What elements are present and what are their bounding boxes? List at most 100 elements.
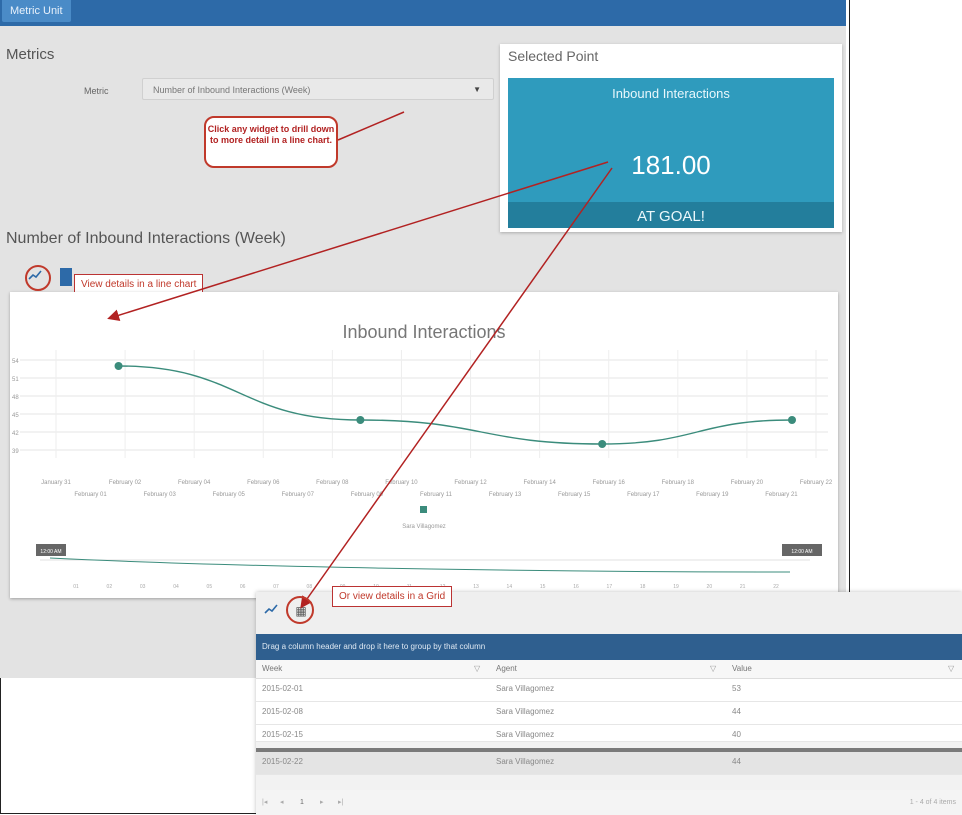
- metric-select-value: Number of Inbound Interactions (Week): [153, 85, 311, 95]
- kpi-status: AT GOAL!: [508, 202, 834, 228]
- x-tick-label: February 18: [662, 480, 695, 486]
- navigator-tick: 17: [607, 584, 613, 590]
- y-tick-label: 54: [12, 359, 19, 365]
- kpi-title: Inbound Interactions: [612, 86, 730, 101]
- column-header-value[interactable]: Value: [732, 660, 752, 678]
- navigator-tick: 01: [73, 584, 79, 590]
- grid-callout: Or view details in a Grid: [332, 586, 453, 607]
- x-tick-label: February 09: [351, 492, 384, 498]
- grid-icon[interactable]: [60, 268, 72, 286]
- data-point: [356, 416, 365, 424]
- pager-page-1[interactable]: 1: [300, 790, 304, 815]
- x-tick-label: February 11: [420, 492, 453, 498]
- data-point: [788, 416, 796, 424]
- x-tick-label: February 15: [558, 492, 591, 498]
- pager-last-icon[interactable]: ▸|: [338, 790, 343, 815]
- line-chart-icon[interactable]: [262, 602, 280, 620]
- selected-point-header: Selected Point: [508, 48, 599, 64]
- cell-value: 44: [732, 707, 741, 716]
- cell-week: 2015-02-08: [262, 707, 303, 716]
- y-tick-label: 45: [12, 413, 19, 419]
- pager-summary: 1 - 4 of 4 items: [909, 799, 956, 806]
- x-tick-label: February 22: [800, 480, 833, 486]
- filter-icon[interactable]: ▽: [948, 660, 954, 678]
- x-tick-label: February 06: [247, 480, 280, 486]
- navigator-tick: 13: [473, 584, 479, 590]
- tab-metric-unit[interactable]: Metric Unit: [2, 0, 71, 22]
- table-row[interactable]: 2015-02-08 Sara Villagomez 44: [256, 702, 962, 725]
- kpi-value: 181.00: [631, 150, 711, 180]
- x-tick-label: February 04: [178, 480, 211, 486]
- table-row[interactable]: 2015-02-15 Sara Villagomez 40: [256, 725, 962, 742]
- navigator-tick: 07: [273, 584, 279, 590]
- x-tick-label: February 13: [489, 492, 522, 498]
- navigator-left-label: 12:00 AM: [40, 549, 61, 555]
- cell-week: 2015-02-15: [262, 730, 303, 739]
- y-tick-label: 48: [12, 395, 19, 401]
- chart-title: Inbound Interactions: [342, 322, 505, 342]
- navigator-right-label: 12:00 AM: [791, 549, 812, 555]
- metrics-title: Metrics: [6, 46, 55, 63]
- x-tick-label: February 16: [593, 480, 626, 486]
- line-chart: Inbound Interactions 54 51 48 45 42 39 January …: [12, 322, 833, 590]
- metric-select[interactable]: Number of Inbound Interactions (Week) ▼: [142, 78, 494, 100]
- line-chart-card: Inbound Interactions 54 51 48 45 42 39 January …: [10, 292, 838, 598]
- dropdown-caret-icon: ▼: [473, 85, 481, 94]
- cell-week: 2015-02-22: [262, 757, 303, 766]
- x-tick-label: February 10: [385, 480, 418, 486]
- navigator-tick: 16: [573, 584, 579, 590]
- table-row[interactable]: 2015-02-22 Sara Villagomez 44: [256, 748, 962, 775]
- filter-icon[interactable]: ▽: [474, 660, 480, 678]
- cell-week: 2015-02-01: [262, 684, 303, 693]
- pager-first-icon[interactable]: |◂: [262, 790, 267, 815]
- x-tick-label: February 14: [523, 480, 556, 486]
- navigator-tick: 22: [773, 584, 779, 590]
- navigator-tick: 20: [707, 584, 713, 590]
- x-tick-label: February 17: [627, 492, 660, 498]
- cell-value: 44: [732, 757, 741, 766]
- grid-icon[interactable]: ▦: [292, 602, 310, 620]
- kpi-widget[interactable]: Inbound Interactions 181.00 AT GOAL!: [508, 78, 834, 228]
- legend-swatch: [420, 506, 427, 513]
- app-window: Metric Unit Metrics Metric Number of Inb…: [0, 0, 846, 678]
- column-header-week[interactable]: Week: [262, 660, 282, 678]
- cell-value: 40: [732, 730, 741, 739]
- data-point: [598, 440, 607, 448]
- x-tick-label: February 21: [765, 492, 798, 498]
- line-chart-icon[interactable]: [26, 268, 44, 286]
- cell-agent: Sara Villagomez: [496, 684, 555, 693]
- navigator-tick: 04: [173, 584, 179, 590]
- navigator-tick: 14: [507, 584, 513, 590]
- chart-section-title: Number of Inbound Interactions (Week): [6, 230, 286, 247]
- navigator-tick: 21: [740, 584, 746, 590]
- x-tick-label: February 12: [454, 480, 487, 486]
- navigator-tick: 08: [307, 584, 313, 590]
- y-tick-label: 42: [12, 431, 19, 437]
- navigator-tick: 03: [140, 584, 146, 590]
- pager-next-icon[interactable]: ▸: [320, 790, 324, 815]
- x-tick-label: February 07: [282, 492, 315, 498]
- pager-prev-icon[interactable]: ◂: [280, 790, 284, 815]
- drill-down-callout: Click any widget to drill down to more d…: [204, 116, 338, 168]
- navigator-tick: 05: [207, 584, 213, 590]
- grid-panel: ▦ Or view details in a Grid Drag a colum…: [256, 586, 962, 815]
- navigator-tick: 02: [107, 584, 113, 590]
- x-tick-label: February 19: [696, 492, 729, 498]
- table-row[interactable]: 2015-02-01 Sara Villagomez 53: [256, 679, 962, 702]
- cell-value: 53: [732, 684, 741, 693]
- legend-label: Sara Villagomez: [402, 524, 446, 530]
- y-tick-label: 39: [12, 449, 19, 455]
- cell-agent: Sara Villagomez: [496, 730, 555, 739]
- metric-field-label: Metric: [84, 86, 109, 96]
- grid-pager: |◂ ◂ 1 ▸ ▸| 1 - 4 of 4 items: [256, 790, 962, 815]
- grid-toolbar: ▦ Or view details in a Grid: [256, 586, 962, 634]
- x-tick-label: February 05: [213, 492, 246, 498]
- grid-header: Week ▽ Agent ▽ Value ▽: [256, 660, 962, 679]
- selected-point-card: Selected Point Inbound Interactions 181.…: [500, 44, 842, 232]
- x-tick-label: February 08: [316, 480, 349, 486]
- filter-icon[interactable]: ▽: [710, 660, 716, 678]
- group-by-bar[interactable]: Drag a column header and drop it here to…: [256, 634, 962, 660]
- column-header-agent[interactable]: Agent: [496, 660, 517, 678]
- x-tick-label: February 03: [143, 492, 176, 498]
- data-point: [114, 362, 123, 370]
